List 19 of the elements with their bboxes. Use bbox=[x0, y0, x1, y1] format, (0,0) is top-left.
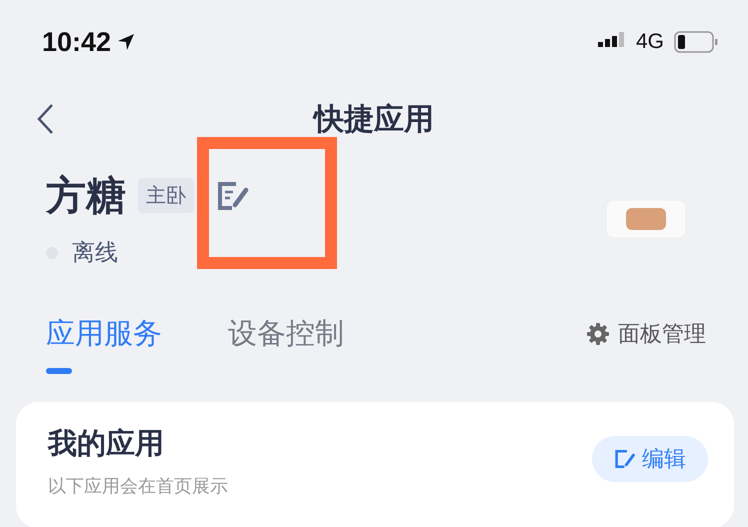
tab[interactable]: 应用服务 bbox=[46, 314, 162, 354]
edit-icon[interactable] bbox=[216, 180, 250, 210]
card-title: 我的应用 bbox=[48, 425, 165, 462]
panel-manage-button[interactable]: 面板管理 bbox=[586, 319, 706, 349]
page-title: 快捷应用 bbox=[314, 100, 434, 138]
back-icon[interactable] bbox=[36, 103, 56, 135]
room-tag: 主卧 bbox=[138, 178, 194, 213]
tab[interactable]: 设备控制 bbox=[228, 314, 344, 354]
device-status: 离线 bbox=[72, 239, 118, 268]
device-name: 方糖 bbox=[46, 172, 126, 221]
tab-indicator bbox=[46, 368, 72, 374]
status-time: 10:42 bbox=[42, 26, 112, 58]
settings-icon bbox=[586, 322, 610, 346]
network-label: 4G bbox=[636, 30, 664, 54]
edit-button[interactable]: 编辑 bbox=[592, 436, 708, 482]
location-arrow-icon bbox=[117, 33, 136, 51]
card-subtitle: 以下应用会在首页展示 bbox=[48, 475, 228, 498]
battery-icon bbox=[674, 31, 718, 53]
edit-icon bbox=[614, 448, 636, 470]
